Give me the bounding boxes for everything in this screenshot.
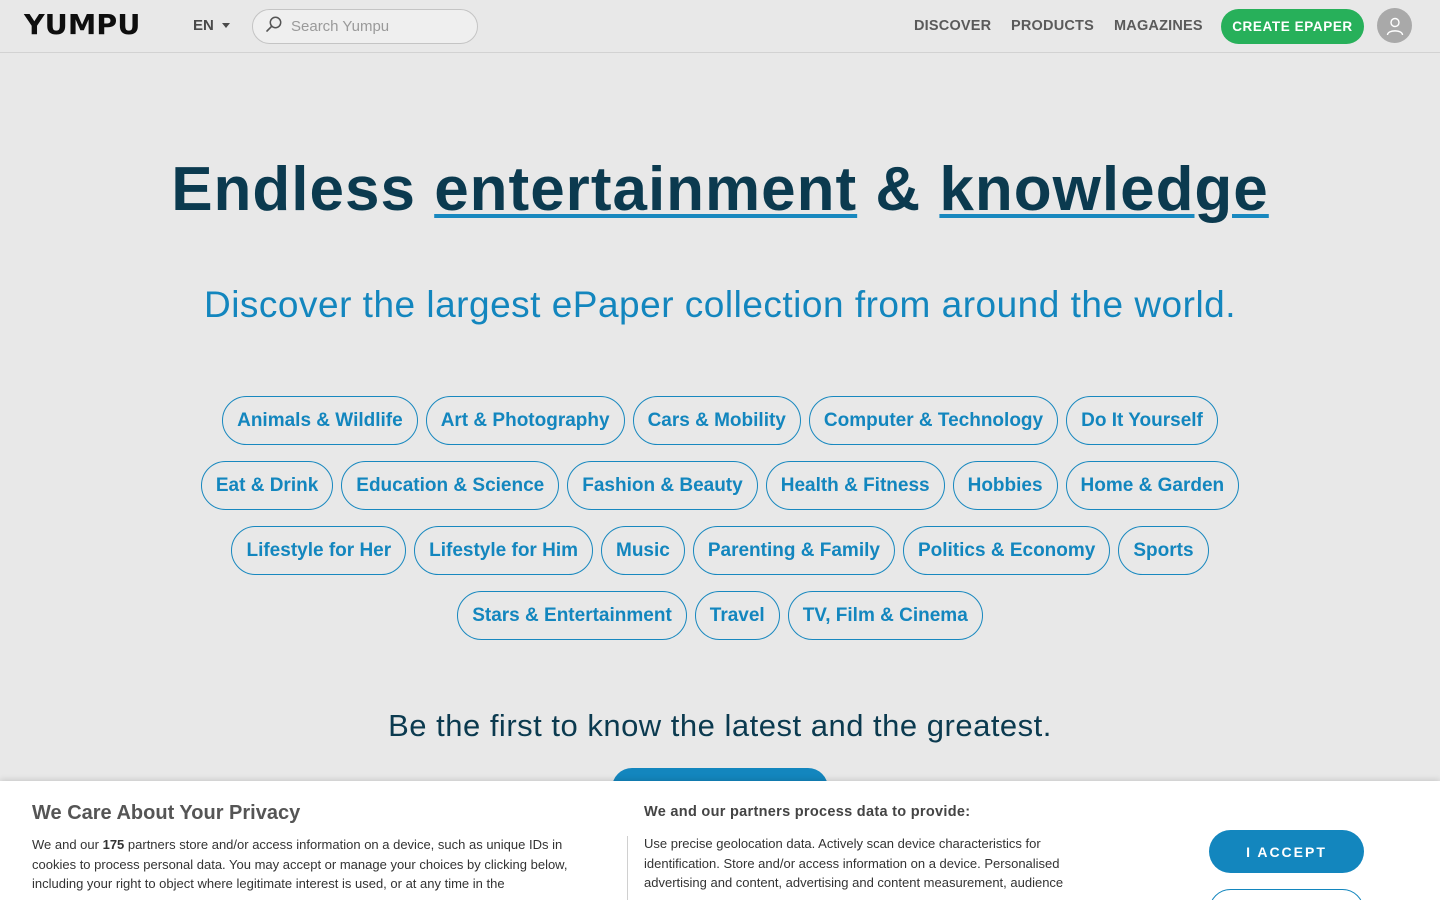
privacy-purposes-text: Use precise geolocation data. Actively s… bbox=[644, 836, 1064, 890]
category-pill[interactable]: Health & Fitness bbox=[765, 461, 945, 510]
category-pill[interactable]: Computer & Technology bbox=[808, 396, 1059, 445]
create-epaper-button[interactable]: CREATE EPAPER bbox=[1221, 9, 1364, 44]
category-pill[interactable]: Cars & Mobility bbox=[632, 396, 801, 445]
category-pill[interactable]: TV, Film & Cinema bbox=[787, 591, 983, 640]
category-pill[interactable]: Fashion & Beauty bbox=[567, 461, 758, 510]
category-pill[interactable]: Lifestyle for Her bbox=[231, 526, 407, 575]
category-pill[interactable]: Parenting & Family bbox=[692, 526, 895, 575]
language-label: EN bbox=[193, 17, 214, 34]
privacy-text: We and our 175 partners store and/or acc… bbox=[32, 835, 608, 894]
privacy-purposes-heading: We and our partners process data to prov… bbox=[644, 804, 971, 820]
category-pill[interactable]: Hobbies bbox=[952, 461, 1058, 510]
language-selector[interactable]: EN bbox=[193, 17, 230, 34]
more-options-button[interactable] bbox=[1209, 889, 1364, 900]
category-pill[interactable]: Eat & Drink bbox=[200, 461, 334, 510]
category-pill[interactable]: Animals & Wildlife bbox=[222, 396, 418, 445]
chevron-down-icon bbox=[221, 23, 230, 28]
search-input[interactable] bbox=[291, 18, 461, 35]
category-pill[interactable]: Music bbox=[601, 526, 685, 575]
privacy-title: We Care About Your Privacy bbox=[32, 802, 301, 824]
knowledge-link[interactable]: knowledge bbox=[939, 155, 1268, 224]
hero-title-part1: Endless bbox=[171, 155, 435, 224]
nav-magazines[interactable]: MAGAZINES bbox=[1114, 18, 1203, 34]
privacy-divider bbox=[627, 836, 628, 900]
user-avatar[interactable] bbox=[1377, 8, 1412, 43]
category-pill[interactable]: Lifestyle for Him bbox=[414, 526, 593, 575]
category-pill[interactable]: Stars & Entertainment bbox=[457, 591, 687, 640]
top-header: YUMPU EN DISCOVER PRODUCTS MAGAZINES CRE… bbox=[0, 0, 1440, 53]
accept-button[interactable]: I ACCEPT bbox=[1209, 830, 1364, 873]
entertainment-link[interactable]: entertainment bbox=[434, 155, 857, 224]
user-icon bbox=[1386, 17, 1403, 35]
hero-subtitle: Discover the largest ePaper collection f… bbox=[203, 284, 1237, 325]
category-pill[interactable]: Sports bbox=[1118, 526, 1209, 575]
category-list: Animals & Wildlife Art & Photography Cars … bbox=[160, 396, 1280, 640]
partners-count[interactable]: 175 bbox=[103, 837, 125, 852]
hero-title: Endless entertainment & knowledge bbox=[0, 150, 1440, 230]
category-pill[interactable]: Education & Science bbox=[341, 461, 560, 510]
nav-discover[interactable]: DISCOVER bbox=[914, 18, 991, 34]
search-icon bbox=[265, 15, 283, 38]
category-pill[interactable]: Travel bbox=[694, 591, 780, 640]
hero-title-part2: & bbox=[857, 155, 940, 224]
category-pill[interactable]: Home & Garden bbox=[1065, 461, 1240, 510]
latest-heading: Be the first to know the latest and the … bbox=[388, 708, 1052, 743]
privacy-banner: We Care About Your Privacy We and our 17… bbox=[0, 781, 1440, 900]
category-pill[interactable]: Do It Yourself bbox=[1066, 396, 1218, 445]
nav-products[interactable]: PRODUCTS bbox=[1011, 18, 1094, 34]
search-box[interactable] bbox=[252, 9, 478, 44]
yumpu-logo[interactable]: YUMPU bbox=[24, 9, 140, 41]
category-pill[interactable]: Politics & Economy bbox=[902, 526, 1111, 575]
privacy-text-before: We and our bbox=[32, 837, 103, 852]
category-pill[interactable]: Art & Photography bbox=[425, 396, 625, 445]
